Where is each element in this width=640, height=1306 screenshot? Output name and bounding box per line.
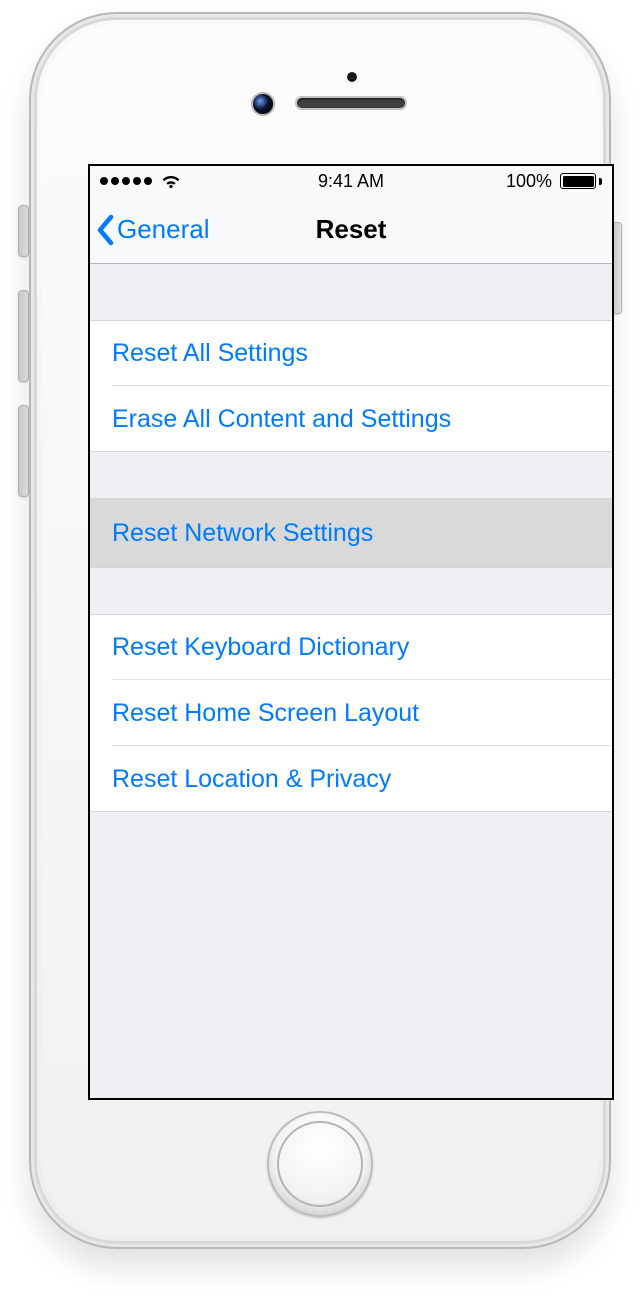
front-camera: [251, 92, 275, 116]
back-button[interactable]: General: [90, 214, 210, 246]
group-spacer: [90, 264, 612, 320]
battery-icon: [560, 173, 602, 189]
back-button-label: General: [117, 214, 210, 245]
cell-label: Reset Home Screen Layout: [112, 699, 419, 728]
volume-up-button: [18, 290, 29, 382]
status-left: [100, 173, 182, 189]
phone-mockup: 9:41 AM 100% Genera: [0, 0, 640, 1306]
home-button-ring: [277, 1121, 363, 1207]
reset-home-screen-layout-cell[interactable]: Reset Home Screen Layout: [90, 680, 612, 746]
group-spacer: [90, 452, 612, 498]
mute-switch: [18, 205, 29, 257]
reset-location-privacy-cell[interactable]: Reset Location & Privacy: [90, 746, 612, 812]
proximity-sensor: [347, 72, 357, 82]
status-right: 100%: [506, 171, 602, 192]
wifi-icon: [160, 173, 182, 189]
screen: 9:41 AM 100% Genera: [88, 164, 614, 1100]
cell-label: Reset All Settings: [112, 339, 308, 368]
erase-all-content-cell[interactable]: Erase All Content and Settings: [90, 386, 612, 452]
battery-percentage: 100%: [506, 171, 552, 192]
cell-label: Reset Network Settings: [112, 519, 373, 548]
cell-label: Reset Keyboard Dictionary: [112, 633, 409, 662]
phone-body: 9:41 AM 100% Genera: [29, 12, 611, 1249]
group-spacer: [90, 568, 612, 614]
status-bar: 9:41 AM 100%: [90, 166, 612, 196]
cell-label: Reset Location & Privacy: [112, 765, 391, 794]
earpiece-speaker: [295, 96, 407, 110]
reset-keyboard-dictionary-cell[interactable]: Reset Keyboard Dictionary: [90, 614, 612, 680]
home-button[interactable]: [267, 1111, 373, 1217]
cell-label: Erase All Content and Settings: [112, 405, 451, 434]
volume-down-button: [18, 405, 29, 497]
reset-all-settings-cell[interactable]: Reset All Settings: [90, 320, 612, 386]
chevron-left-icon: [96, 214, 115, 246]
reset-network-settings-cell[interactable]: Reset Network Settings: [90, 498, 612, 568]
nav-header: General Reset: [90, 196, 612, 264]
signal-strength-icon: [100, 177, 152, 185]
